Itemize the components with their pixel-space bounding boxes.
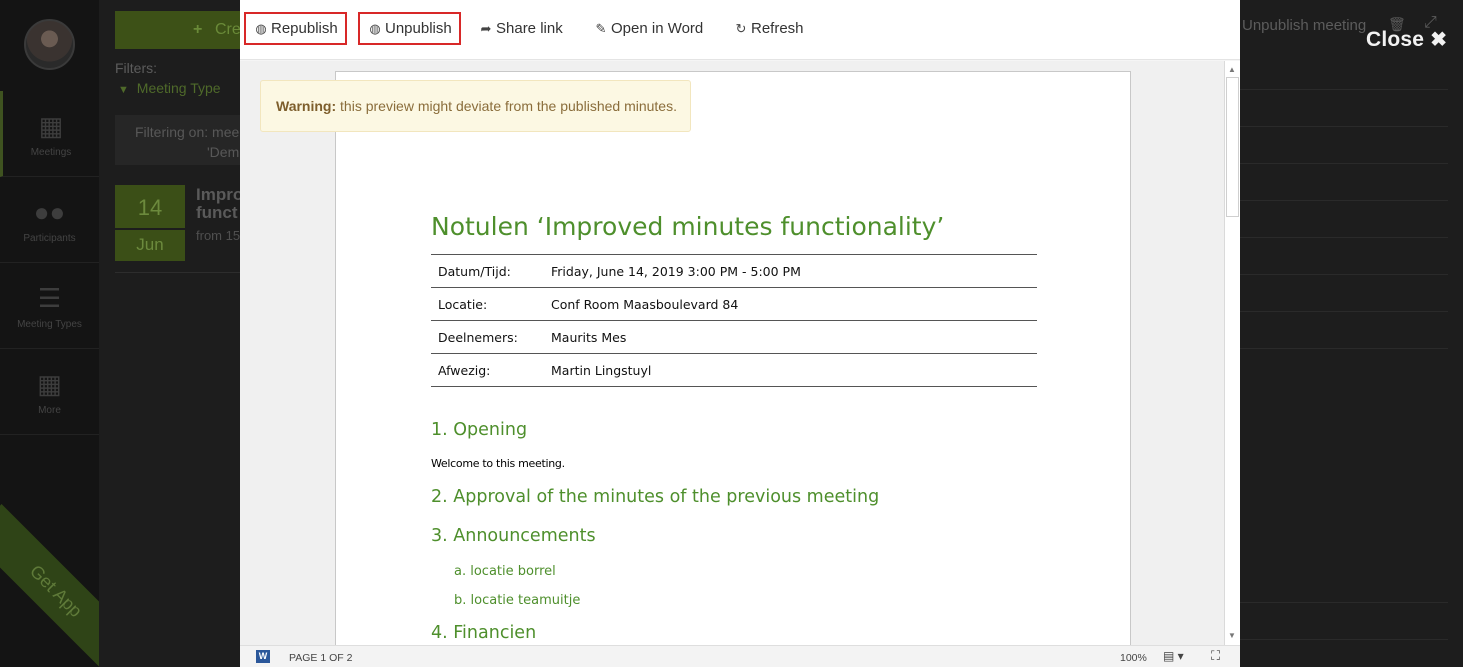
meeting-date-badge[interactable]: 14 Jun xyxy=(115,185,185,261)
share-icon: ➦ xyxy=(480,21,492,36)
divider xyxy=(1240,200,1448,201)
document-viewer[interactable]: Notulen ‘Improved minutes functionality’… xyxy=(240,61,1240,645)
document-title: Notulen ‘Improved minutes functionality’ xyxy=(431,212,945,241)
section-body: Welcome to this meeting. xyxy=(431,457,565,470)
right-panel-background: Unpublish meeting 🗑 ⤢ xyxy=(1240,0,1463,667)
open-in-word-button[interactable]: ✎ Open in Word xyxy=(585,12,711,45)
edit-icon: ✎ xyxy=(595,21,607,36)
section-heading-approval: 2. Approval of the minutes of the previo… xyxy=(431,487,880,507)
divider xyxy=(1240,89,1448,90)
section-heading-opening: 1. Opening xyxy=(431,420,528,440)
users-icon: ●● xyxy=(33,197,66,227)
sidebar-item-meetings[interactable]: ▦ Meetings xyxy=(0,91,99,177)
preview-toolbar: ◍ Republish ◍ Unpublish ➦ Share link ✎ Open … xyxy=(240,0,1240,60)
meeting-title[interactable]: Impro funct xyxy=(196,186,240,222)
globe-icon: ◍ xyxy=(255,21,267,36)
fit-page-icon[interactable]: ⛶ xyxy=(1211,648,1220,664)
meeting-day: 14 xyxy=(115,185,185,230)
page-indicator: PAGE 1 OF 2 xyxy=(289,652,353,664)
close-button[interactable]: Close ✖ xyxy=(1366,27,1447,52)
scroll-up-icon[interactable]: ▲ xyxy=(1228,65,1236,74)
meeting-month: Jun xyxy=(136,235,164,254)
section-heading-financien: 4. Financien xyxy=(431,623,537,643)
table-row: Datum/Tijd: Friday, June 14, 2019 3:00 P… xyxy=(431,254,1037,288)
divider xyxy=(1240,126,1448,127)
scroll-down-icon[interactable]: ▼ xyxy=(1228,631,1236,640)
filter-icon: ▼ xyxy=(118,84,129,96)
preview-modal: ◍ Republish ◍ Unpublish ➦ Share link ✎ Open … xyxy=(240,0,1240,667)
sidebar: ▦ Meetings ●● Participants ☰ Meeting Typ… xyxy=(0,0,99,667)
close-icon: ✖ xyxy=(1430,29,1448,51)
divider xyxy=(1240,602,1448,603)
sidebar-item-more[interactable]: ▦ More xyxy=(0,349,99,435)
unpublish-button[interactable]: ◍ Unpublish xyxy=(358,12,461,45)
divider xyxy=(115,272,240,273)
divider xyxy=(1240,311,1448,312)
list-icon: ☰ xyxy=(37,283,62,313)
sidebar-item-participants[interactable]: ●● Participants xyxy=(0,177,99,263)
word-icon: W xyxy=(256,650,270,663)
zoom-level[interactable]: 100% xyxy=(1120,652,1147,664)
get-app-ribbon[interactable]: Get App xyxy=(0,504,99,667)
subsection-a: a. locatie borrel xyxy=(454,564,556,579)
preview-warning: Warning: this preview might deviate from… xyxy=(260,80,691,132)
republish-button[interactable]: ◍ Republish xyxy=(244,12,347,45)
document-page: Notulen ‘Improved minutes functionality’… xyxy=(335,71,1131,645)
table-row: Deelnemers: Maurits Mes xyxy=(431,320,1037,354)
sidebar-item-meeting-types[interactable]: ☰ Meeting Types xyxy=(0,263,99,349)
refresh-button[interactable]: ↻ Refresh xyxy=(725,12,812,45)
divider xyxy=(1240,163,1448,164)
globe-icon: ◍ xyxy=(369,21,381,36)
table-row: Afwezig: Martin Lingstuyl xyxy=(431,353,1037,387)
plus-icon: + xyxy=(193,21,203,38)
grid-icon: ▦ xyxy=(37,369,62,399)
calendar-icon: ▦ xyxy=(38,111,64,141)
filtering-on-box: Filtering on: mee 'Dem xyxy=(115,115,245,165)
layout-view-icon[interactable]: ▤ ▾ xyxy=(1163,649,1184,663)
filters-label: Filters: xyxy=(115,60,157,76)
meeting-time: from 15 xyxy=(196,228,240,243)
filter-meeting-type[interactable]: ▼ Meeting Type xyxy=(118,80,221,96)
meeting-info-table: Datum/Tijd: Friday, June 14, 2019 3:00 P… xyxy=(431,254,1037,387)
divider xyxy=(1240,237,1448,238)
divider xyxy=(1240,348,1448,349)
share-link-button[interactable]: ➦ Share link xyxy=(470,12,571,45)
create-meeting-button[interactable]: + Cre xyxy=(115,11,245,49)
avatar[interactable] xyxy=(24,19,75,70)
divider xyxy=(1240,639,1448,640)
divider xyxy=(1240,274,1448,275)
table-row: Locatie: Conf Room Maasboulevard 84 xyxy=(431,287,1037,321)
vertical-scrollbar[interactable]: ▲ ▼ xyxy=(1224,61,1240,645)
subsection-b: b. locatie teamuitje xyxy=(454,593,581,608)
unpublish-meeting-link[interactable]: Unpublish meeting xyxy=(1242,17,1366,34)
refresh-icon: ↻ xyxy=(735,21,747,36)
status-bar: W PAGE 1 OF 2 100% ▤ ▾ ⛶ xyxy=(240,645,1240,667)
section-heading-announcements: 3. Announcements xyxy=(431,526,596,546)
scrollbar-thumb[interactable] xyxy=(1226,77,1239,217)
